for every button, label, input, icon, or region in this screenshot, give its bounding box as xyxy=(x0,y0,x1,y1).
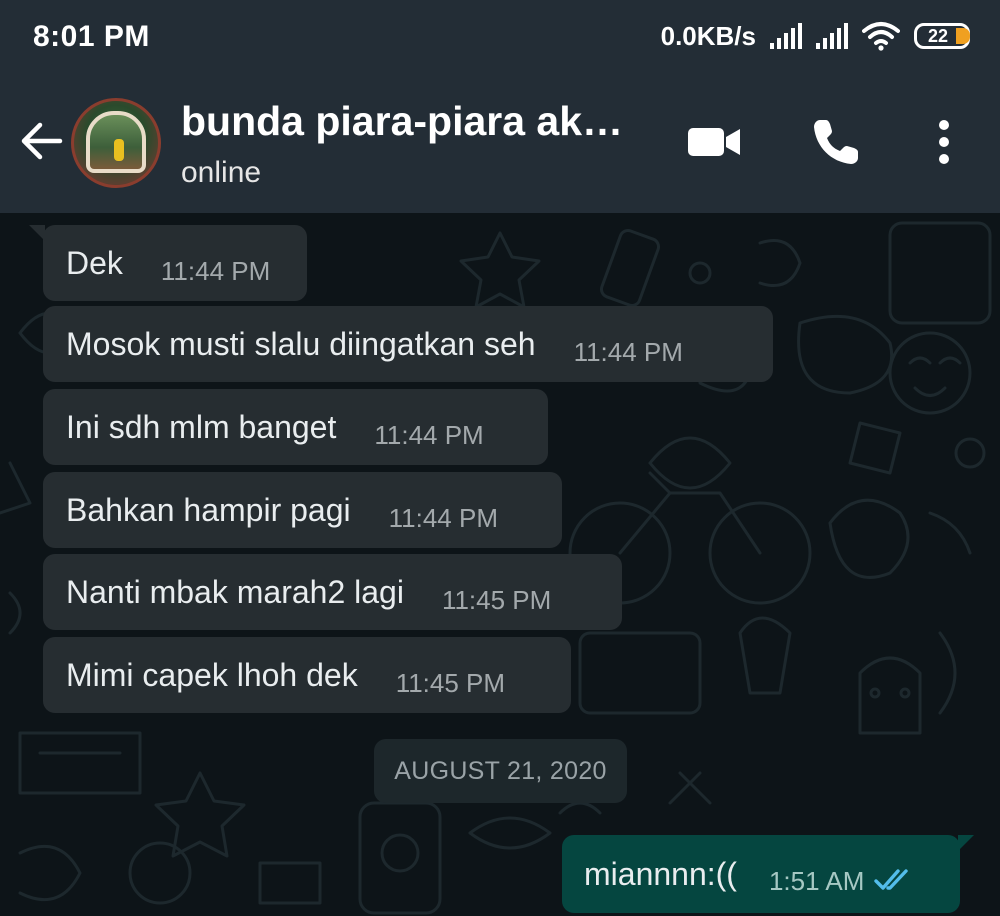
chat-header: bunda piara-piara ak… online xyxy=(0,70,1000,213)
message-text: Ini sdh mlm banget xyxy=(66,408,337,445)
phone-icon[interactable] xyxy=(808,114,864,170)
date-divider: AUGUST 21, 2020 xyxy=(374,739,627,803)
status-icons: 0.0KB/s 22 xyxy=(661,18,970,54)
message-time: 1:51 AM xyxy=(768,865,865,896)
status-time: 8:01 PM xyxy=(33,20,150,53)
wifi-icon xyxy=(862,22,900,51)
message-list[interactable]: Dek 11:44 PM Mosok musti slalu diingatka… xyxy=(0,213,1000,916)
chat-screen: 8:01 PM 0.0KB/s 22 bunda piara-piara ak… xyxy=(0,0,1000,916)
message-text: Mosok musti slalu diingatkan seh xyxy=(66,325,536,362)
message-bubble-incoming[interactable]: Dek 11:44 PM xyxy=(29,225,307,301)
video-camera-icon[interactable] xyxy=(686,122,742,162)
message-text: Mimi capek lhoh dek xyxy=(66,656,358,693)
message-bubble-incoming[interactable]: Ini sdh mlm banget 11:44 PM xyxy=(43,389,548,465)
network-speed: 0.0KB/s xyxy=(660,20,756,51)
status-bar: 8:01 PM 0.0KB/s 22 xyxy=(0,0,1000,70)
contact-name[interactable]: bunda piara-piara ak… xyxy=(181,98,623,145)
message-text: miannnn:(( xyxy=(584,855,737,892)
message-time: 11:44 PM xyxy=(573,336,683,367)
battery-level: 22 xyxy=(927,25,949,46)
double-check-read-icon xyxy=(874,869,909,890)
message-bubble-incoming[interactable]: Nanti mbak marah2 lagi 11:45 PM xyxy=(43,554,622,630)
message-time: 11:45 PM xyxy=(395,667,506,698)
back-arrow-icon[interactable] xyxy=(16,116,66,166)
message-time: 11:44 PM xyxy=(160,255,271,286)
message-bubble-incoming[interactable]: Mosok musti slalu diingatkan seh 11:44 P… xyxy=(43,306,773,382)
message-time: 11:44 PM xyxy=(374,419,484,450)
message-bubble-incoming[interactable]: Mimi capek lhoh dek 11:45 PM xyxy=(43,637,571,713)
message-text: Bahkan hampir pagi xyxy=(66,491,351,528)
message-bubble-incoming[interactable]: Bahkan hampir pagi 11:44 PM xyxy=(43,472,562,548)
battery-icon: 22 xyxy=(914,23,970,49)
message-text: Dek xyxy=(66,244,123,281)
message-text: Nanti mbak marah2 lagi xyxy=(66,573,404,610)
message-time: 11:44 PM xyxy=(388,502,498,533)
signal-icon xyxy=(770,23,802,49)
message-time: 11:45 PM xyxy=(441,584,552,615)
avatar[interactable] xyxy=(71,98,161,188)
contact-status: online xyxy=(181,156,262,189)
more-vertical-icon[interactable] xyxy=(924,114,964,170)
message-bubble-outgoing[interactable]: miannnn:(( 1:51 AM xyxy=(562,835,974,913)
signal-icon xyxy=(816,23,848,49)
